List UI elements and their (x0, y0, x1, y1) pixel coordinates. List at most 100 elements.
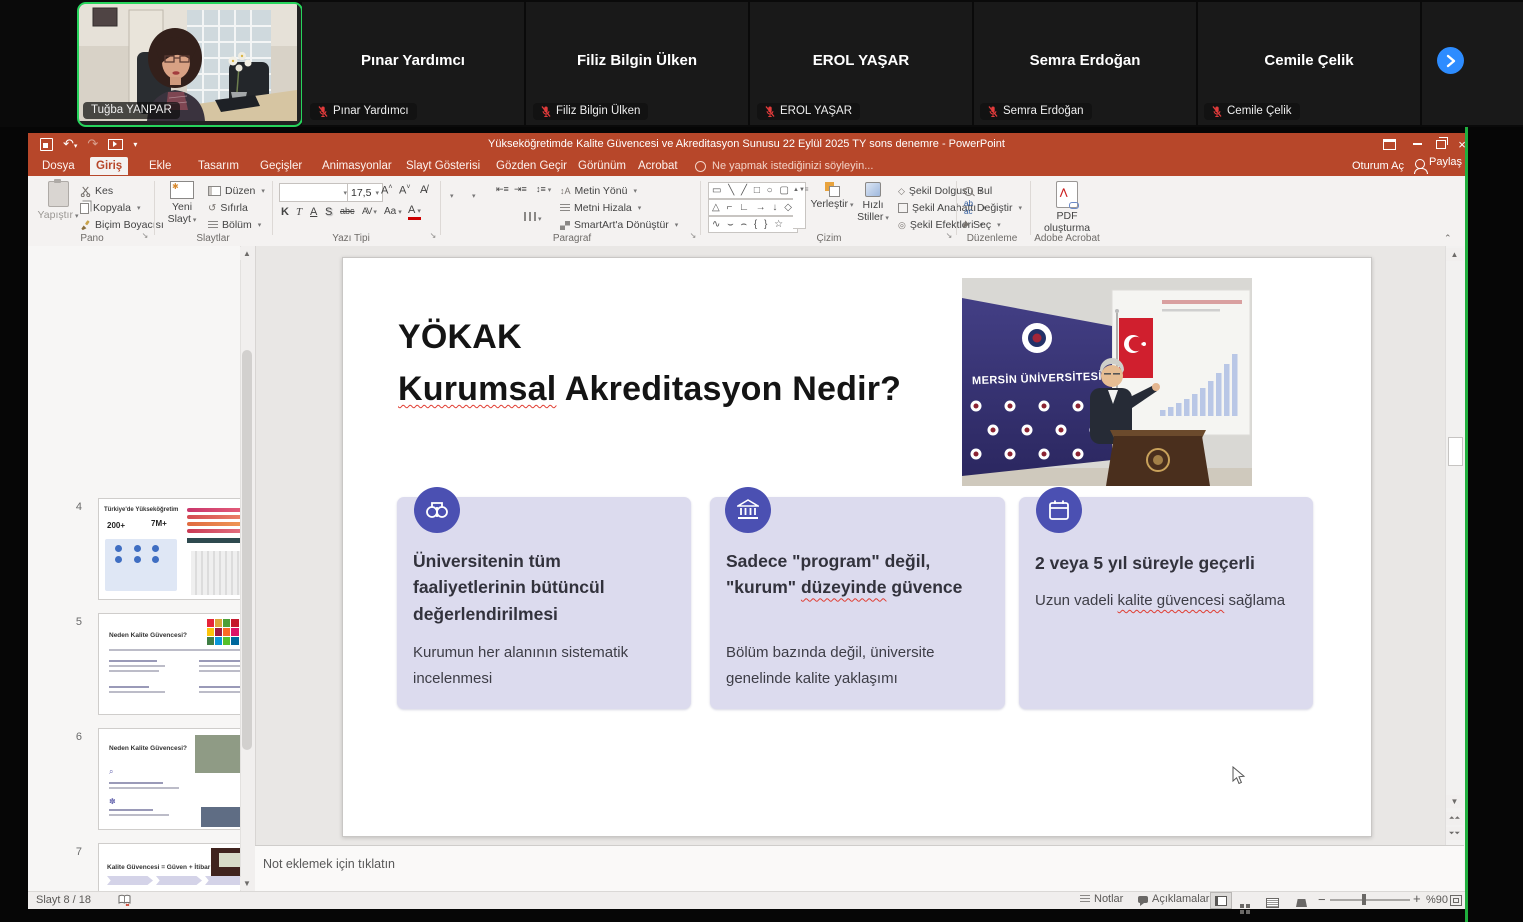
increase-indent-button[interactable]: ⇥≡ (514, 184, 527, 195)
paragraf-dialog-launcher[interactable]: ↘ (688, 231, 698, 241)
tab-giris[interactable]: Giriş (90, 157, 128, 175)
clear-formatting-button[interactable]: A̸ (420, 184, 427, 196)
spell-check-status-button[interactable] (118, 893, 131, 911)
video-tile-tugba[interactable]: Tuğba YANPAR (77, 2, 303, 127)
italic-button[interactable]: T (296, 206, 302, 218)
yazi-tipi-dialog-launcher[interactable]: ↘ (428, 231, 438, 241)
share-button[interactable]: Paylaş (1415, 158, 1462, 170)
minimize-button[interactable] (1404, 133, 1430, 155)
copy-button[interactable]: Kopyala (80, 200, 140, 216)
undo-button[interactable]: ↶▾ (63, 136, 77, 152)
normal-view-button[interactable] (1210, 892, 1232, 909)
slide-scroll-up-button[interactable]: ▲ (1446, 248, 1463, 261)
notes-toggle-button[interactable]: Notlar (1080, 893, 1123, 905)
ribbon-display-options-button[interactable] (1376, 133, 1402, 155)
slide-title-line2[interactable]: Kurumsal Akreditasyon Nedir? (398, 370, 901, 409)
pano-dialog-launcher[interactable]: ↘ (140, 231, 150, 241)
shapes-gallery[interactable]: ▭ ╲ ╱ □ ○ ▢ △ ⌐ ∟ → ↓ ◇ ∿ ⌣ ⌢ { } ☆ (708, 182, 798, 233)
thumbnail-slide-7[interactable]: Kalite Güvencesi = Güven + İtibar (98, 843, 255, 891)
zoom-out-button[interactable]: − (1318, 892, 1326, 907)
layout-button[interactable]: Düzen (208, 183, 265, 199)
customize-qat-button[interactable]: ▾ (133, 140, 137, 149)
decrease-indent-button[interactable]: ⇤≡ (496, 184, 509, 195)
replace-button[interactable]: abac Değiştir (964, 200, 1022, 216)
arrange-button[interactable]: Yerleştir (812, 182, 852, 211)
underline-button[interactable]: A (310, 206, 317, 218)
zoom-slider-handle[interactable] (1362, 894, 1366, 905)
convert-to-smartart-button[interactable]: SmartArt'a Dönüştür (560, 217, 678, 233)
notes-pane[interactable]: Not eklemek için tıklatın (255, 845, 1464, 892)
align-text-button[interactable]: Metni Hizala (560, 200, 641, 216)
strikethrough-button[interactable]: abc (340, 206, 355, 216)
redo-button[interactable]: ↷ (87, 136, 98, 152)
slide-scroll-down-button[interactable]: ▼ (1446, 795, 1463, 808)
shapes-gallery-scroll[interactable]: ▲▼≡ (793, 182, 806, 229)
tab-tasarim[interactable]: Tasarım (192, 157, 245, 175)
previous-slide-button[interactable]: ⏶⏶ (1446, 812, 1463, 825)
zoom-level[interactable]: %90 (1426, 894, 1448, 906)
format-painter-button[interactable]: Biçim Boyacısı (80, 217, 164, 233)
tell-me-box[interactable]: Ne yapmak istediğinizi söyleyin... (695, 160, 873, 172)
shapes-row-2[interactable]: △ ⌐ ∟ → ↓ ◇ (708, 199, 798, 216)
collapse-ribbon-button[interactable]: ⌃ (1444, 233, 1452, 244)
bullets-button[interactable] (448, 185, 454, 203)
new-slide-button[interactable]: ✱ Yeni Slayt (160, 181, 204, 226)
font-color-button[interactable]: A (408, 205, 421, 220)
character-spacing-button[interactable]: AV (362, 206, 376, 216)
tab-animasyonlar[interactable]: Animasyonlar (316, 157, 398, 175)
thumbnail-scroll-up-button[interactable]: ▲ (240, 247, 254, 260)
quick-styles-button[interactable]: Hızlı Stiller (854, 182, 892, 224)
save-button[interactable] (40, 138, 53, 151)
thumbnail-slide-4[interactable]: Türkiye'de Yükseköğretim 200+ 7M+ (98, 498, 255, 600)
create-pdf-button[interactable]: ⋀ PDF oluşturma (1038, 181, 1096, 235)
close-button[interactable]: × (1449, 133, 1475, 155)
tab-slayt-gosterisi[interactable]: Slayt Gösterisi (400, 157, 486, 175)
bold-button[interactable]: K (281, 206, 289, 218)
sign-in-link[interactable]: Oturum Aç (1352, 160, 1404, 172)
slide-title-line1[interactable]: YÖKAK (398, 318, 522, 357)
start-slideshow-button[interactable] (108, 139, 123, 150)
slide-photo-mersin[interactable]: MERSİN ÜNİVERSİTESİ (962, 278, 1252, 486)
tab-ekle[interactable]: Ekle (143, 157, 177, 175)
tab-acrobat[interactable]: Acrobat (632, 157, 684, 175)
next-participants-button[interactable] (1437, 47, 1464, 74)
tab-gecisler[interactable]: Geçişler (254, 157, 308, 175)
slide-scrollbar[interactable] (1445, 246, 1465, 845)
thumbnail-scrollbar-thumb[interactable] (242, 350, 252, 750)
numbering-button[interactable] (470, 185, 476, 203)
zoom-slider-track[interactable] (1330, 899, 1410, 901)
tab-dosya[interactable]: Dosya (36, 157, 81, 175)
reading-view-button[interactable] (1266, 895, 1279, 913)
slide-title-word-kurumsal: Kurumsal (398, 370, 556, 408)
cizim-dialog-launcher[interactable]: ↘ (944, 231, 954, 241)
select-button[interactable]: Seç (964, 217, 1001, 233)
comments-toggle-button[interactable]: Açıklamalar (1138, 893, 1209, 905)
font-name-combobox[interactable]: ▾ (279, 183, 351, 202)
slide-sorter-view-button[interactable] (1240, 895, 1244, 913)
slideshow-view-button[interactable] (1296, 894, 1307, 912)
thumbnail-slide-5[interactable]: Neden Kalite Güvencesi? (98, 613, 255, 715)
slide-scrollbar-thumb[interactable] (1448, 437, 1463, 466)
decrease-font-size-button[interactable]: A˅ (399, 184, 410, 197)
paste-button[interactable]: Yapıştır (38, 181, 78, 222)
font-size-combobox[interactable]: 17,5▾ (347, 183, 383, 202)
shapes-row-3[interactable]: ∿ ⌣ ⌢ { } ☆ (708, 216, 798, 233)
tab-gorunum[interactable]: Görünüm (572, 157, 632, 175)
next-slide-button[interactable]: ⏷⏷ (1446, 827, 1463, 840)
text-direction-button[interactable]: ↕A Metin Yönü (560, 183, 637, 199)
zoom-in-button[interactable]: + (1413, 891, 1421, 906)
fit-to-window-button[interactable] (1450, 893, 1462, 911)
cut-button[interactable]: Kes (80, 183, 113, 199)
tab-gozden-gecir[interactable]: Gözden Geçir (490, 157, 573, 175)
section-button[interactable]: Bölüm (208, 217, 261, 233)
reset-button[interactable]: ↺ Sıfırla (208, 200, 248, 216)
shapes-row-1[interactable]: ▭ ╲ ╱ □ ○ ▢ (708, 182, 798, 199)
change-case-button[interactable]: Aa (384, 206, 402, 217)
line-spacing-button[interactable]: ↕≡ (536, 184, 551, 194)
thumbnail-scroll-down-button[interactable]: ▼ (240, 877, 254, 890)
increase-font-size-button[interactable]: A˄ (381, 184, 392, 197)
thumbnail-slide-6[interactable]: Neden Kalite Güvencesi? ⌕ ✽ (98, 728, 255, 830)
find-button[interactable]: Bul (964, 183, 992, 199)
columns-button[interactable] (524, 208, 542, 226)
text-shadow-button[interactable]: S (325, 206, 332, 218)
